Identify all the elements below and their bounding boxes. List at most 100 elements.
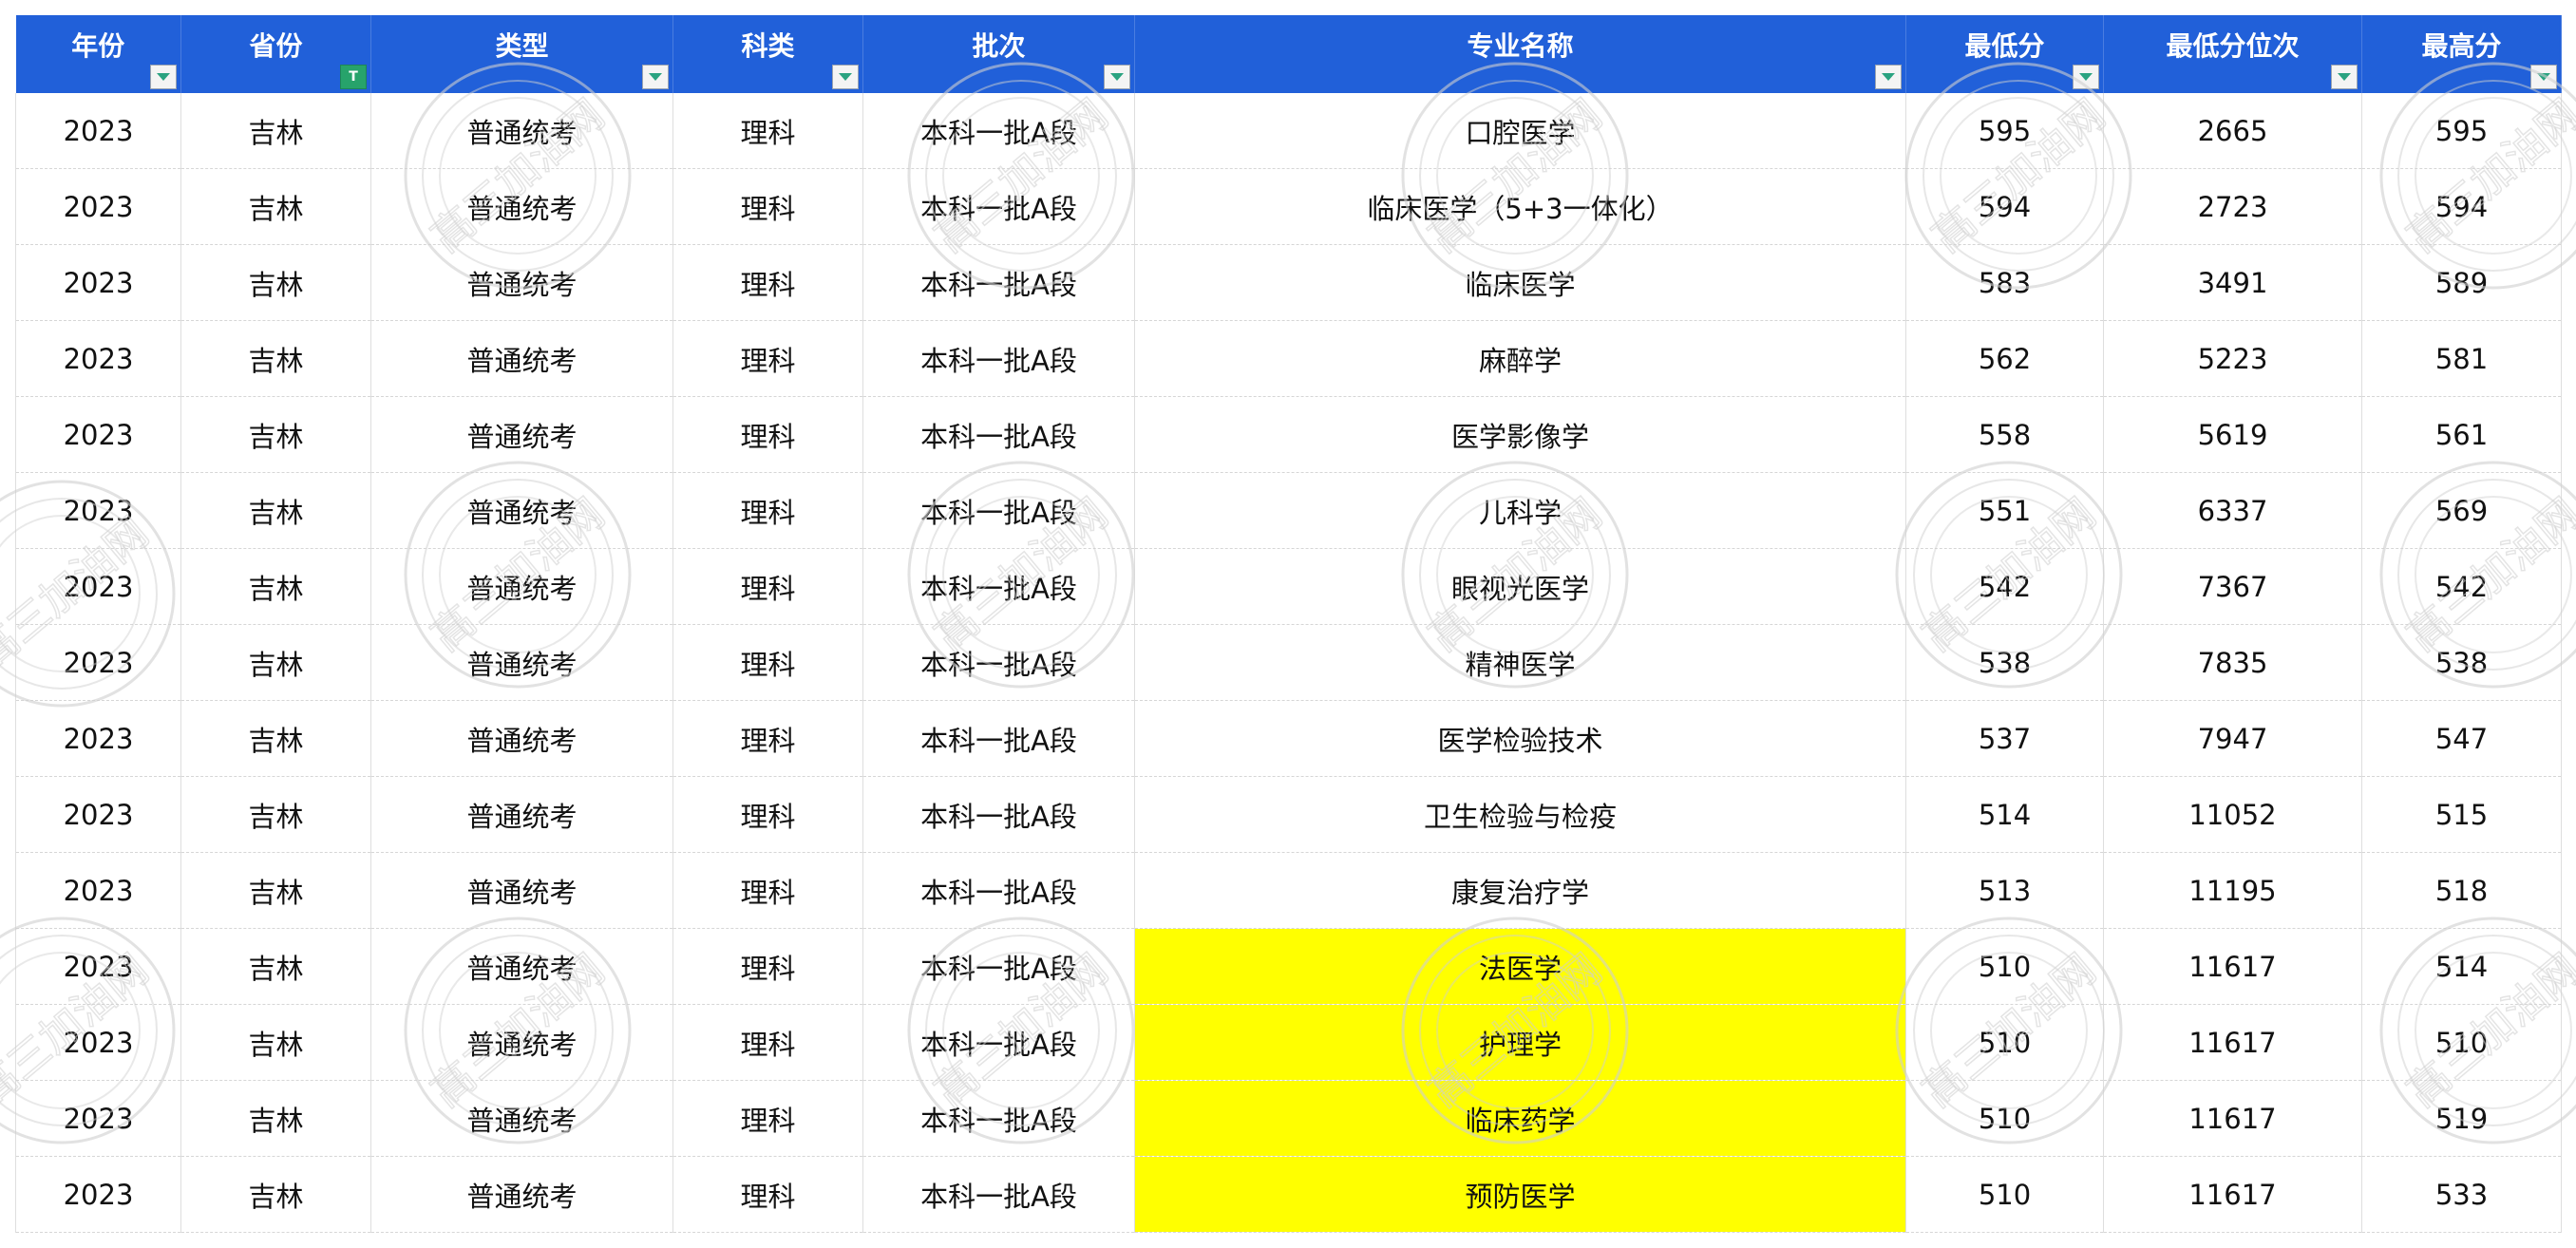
cell-min_rank[interactable]: 11617 [2103,1080,2362,1157]
cell-type[interactable]: 普通统考 [370,548,673,625]
cell-max_score[interactable]: 569 [2361,472,2562,549]
cell-track[interactable]: 理科 [672,852,863,929]
cell-max_score[interactable]: 533 [2361,1156,2562,1233]
cell-min_score[interactable]: 510 [1905,1080,2104,1157]
cell-max_score[interactable]: 542 [2361,548,2562,625]
cell-min_score[interactable]: 510 [1905,1156,2104,1233]
cell-province[interactable]: 吉林 [180,928,371,1005]
cell-major[interactable]: 医学检验技术 [1134,700,1906,777]
cell-type[interactable]: 普通统考 [370,244,673,321]
filter-dropdown-icon[interactable] [1104,65,1130,89]
cell-province[interactable]: 吉林 [180,93,371,169]
cell-major[interactable]: 临床医学 [1134,244,1906,321]
cell-min_rank[interactable]: 11195 [2103,852,2362,929]
cell-year[interactable]: 2023 [15,700,181,777]
cell-type[interactable]: 普通统考 [370,396,673,473]
cell-major[interactable]: 临床医学（5+3一体化） [1134,168,1906,245]
cell-track[interactable]: 理科 [672,624,863,701]
cell-track[interactable]: 理科 [672,700,863,777]
cell-province[interactable]: 吉林 [180,244,371,321]
cell-min_rank[interactable]: 11052 [2103,776,2362,853]
filter-dropdown-icon[interactable] [1875,65,1902,89]
cell-min_rank[interactable]: 2665 [2103,93,2362,169]
cell-track[interactable]: 理科 [672,168,863,245]
cell-min_rank[interactable]: 5619 [2103,396,2362,473]
cell-max_score[interactable]: 519 [2361,1080,2562,1157]
cell-year[interactable]: 2023 [15,320,181,397]
cell-min_rank[interactable]: 11617 [2103,928,2362,1005]
filter-dropdown-icon[interactable] [150,65,177,89]
cell-year[interactable]: 2023 [15,1004,181,1081]
cell-max_score[interactable]: 561 [2361,396,2562,473]
cell-max_score[interactable]: 547 [2361,700,2562,777]
cell-year[interactable]: 2023 [15,244,181,321]
cell-max_score[interactable]: 510 [2361,1004,2562,1081]
cell-year[interactable]: 2023 [15,168,181,245]
cell-province[interactable]: 吉林 [180,776,371,853]
cell-min_score[interactable]: 595 [1905,93,2104,169]
cell-major[interactable]: 临床药学 [1134,1080,1906,1157]
cell-province[interactable]: 吉林 [180,1156,371,1233]
cell-major[interactable]: 预防医学 [1134,1156,1906,1233]
cell-track[interactable]: 理科 [672,396,863,473]
cell-max_score[interactable]: 595 [2361,93,2562,169]
cell-max_score[interactable]: 594 [2361,168,2562,245]
cell-type[interactable]: 普通统考 [370,928,673,1005]
column-header-year[interactable]: 年份 [15,15,181,93]
cell-track[interactable]: 理科 [672,472,863,549]
cell-min_score[interactable]: 537 [1905,700,2104,777]
cell-track[interactable]: 理科 [672,776,863,853]
cell-type[interactable]: 普通统考 [370,1080,673,1157]
cell-batch[interactable]: 本科一批A段 [862,776,1135,853]
cell-major[interactable]: 医学影像学 [1134,396,1906,473]
column-header-min_rank[interactable]: 最低分位次 [2103,15,2362,93]
cell-track[interactable]: 理科 [672,1156,863,1233]
column-header-min_score[interactable]: 最低分 [1905,15,2104,93]
cell-batch[interactable]: 本科一批A段 [862,1080,1135,1157]
cell-max_score[interactable]: 514 [2361,928,2562,1005]
cell-year[interactable]: 2023 [15,776,181,853]
cell-track[interactable]: 理科 [672,1080,863,1157]
column-header-track[interactable]: 科类 [672,15,863,93]
cell-min_rank[interactable]: 6337 [2103,472,2362,549]
cell-batch[interactable]: 本科一批A段 [862,244,1135,321]
cell-province[interactable]: 吉林 [180,1004,371,1081]
cell-min_rank[interactable]: 7835 [2103,624,2362,701]
cell-min_rank[interactable]: 5223 [2103,320,2362,397]
cell-min_score[interactable]: 510 [1905,1004,2104,1081]
cell-min_rank[interactable]: 7947 [2103,700,2362,777]
cell-year[interactable]: 2023 [15,928,181,1005]
cell-batch[interactable]: 本科一批A段 [862,928,1135,1005]
cell-type[interactable]: 普通统考 [370,472,673,549]
cell-type[interactable]: 普通统考 [370,624,673,701]
cell-major[interactable]: 卫生检验与检疫 [1134,776,1906,853]
filter-dropdown-icon[interactable] [2331,65,2358,89]
cell-min_score[interactable]: 594 [1905,168,2104,245]
cell-major[interactable]: 护理学 [1134,1004,1906,1081]
filter-dropdown-icon[interactable] [2530,65,2557,89]
cell-track[interactable]: 理科 [672,1004,863,1081]
cell-type[interactable]: 普通统考 [370,852,673,929]
cell-type[interactable]: 普通统考 [370,700,673,777]
cell-track[interactable]: 理科 [672,928,863,1005]
cell-min_rank[interactable]: 11617 [2103,1156,2362,1233]
cell-type[interactable]: 普通统考 [370,1004,673,1081]
cell-min_score[interactable]: 538 [1905,624,2104,701]
cell-year[interactable]: 2023 [15,548,181,625]
cell-batch[interactable]: 本科一批A段 [862,93,1135,169]
cell-province[interactable]: 吉林 [180,852,371,929]
cell-type[interactable]: 普通统考 [370,93,673,169]
cell-max_score[interactable]: 518 [2361,852,2562,929]
cell-track[interactable]: 理科 [672,548,863,625]
cell-batch[interactable]: 本科一批A段 [862,700,1135,777]
cell-type[interactable]: 普通统考 [370,168,673,245]
cell-year[interactable]: 2023 [15,624,181,701]
cell-batch[interactable]: 本科一批A段 [862,624,1135,701]
cell-year[interactable]: 2023 [15,852,181,929]
column-header-max_score[interactable]: 最高分 [2361,15,2562,93]
cell-type[interactable]: 普通统考 [370,776,673,853]
cell-max_score[interactable]: 581 [2361,320,2562,397]
cell-year[interactable]: 2023 [15,1156,181,1233]
column-header-batch[interactable]: 批次 [862,15,1135,93]
cell-major[interactable]: 眼视光医学 [1134,548,1906,625]
